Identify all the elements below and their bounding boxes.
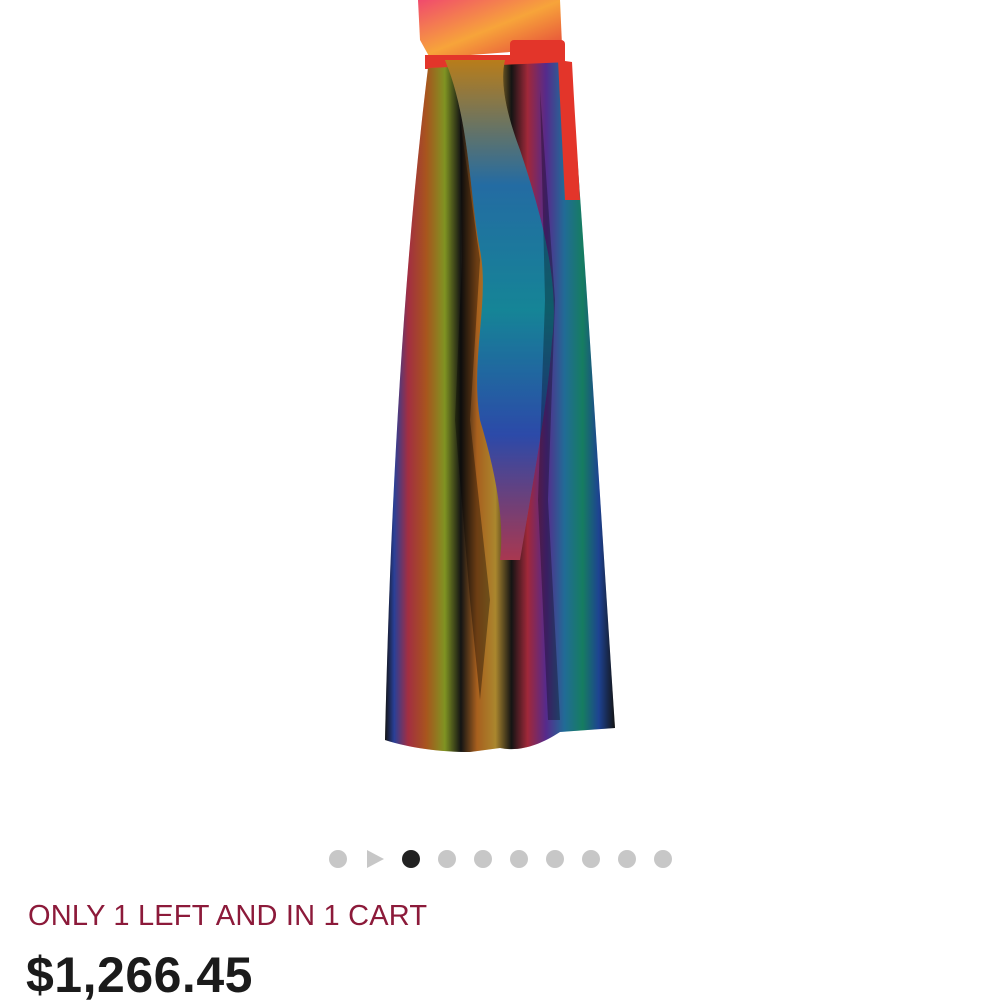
product-price: $1,266.45 [26,947,253,1000]
carousel-dot[interactable] [509,850,528,868]
carousel-dot[interactable] [617,850,636,868]
carousel-dot[interactable] [437,850,456,868]
carousel-dot[interactable] [473,850,492,868]
image-carousel-indicators [0,848,1000,870]
play-icon[interactable] [366,850,384,868]
product-image[interactable] [0,0,1000,830]
carousel-dot[interactable] [653,850,672,868]
stock-message: ONLY 1 LEFT AND IN 1 CART [28,900,428,932]
carousel-dot-active[interactable] [401,850,420,868]
carousel-dot[interactable] [545,850,564,868]
carousel-dot[interactable] [328,850,347,868]
carousel-dot[interactable] [581,850,600,868]
product-page: ONLY 1 LEFT AND IN 1 CART $1,266.45 [0,0,1000,1000]
